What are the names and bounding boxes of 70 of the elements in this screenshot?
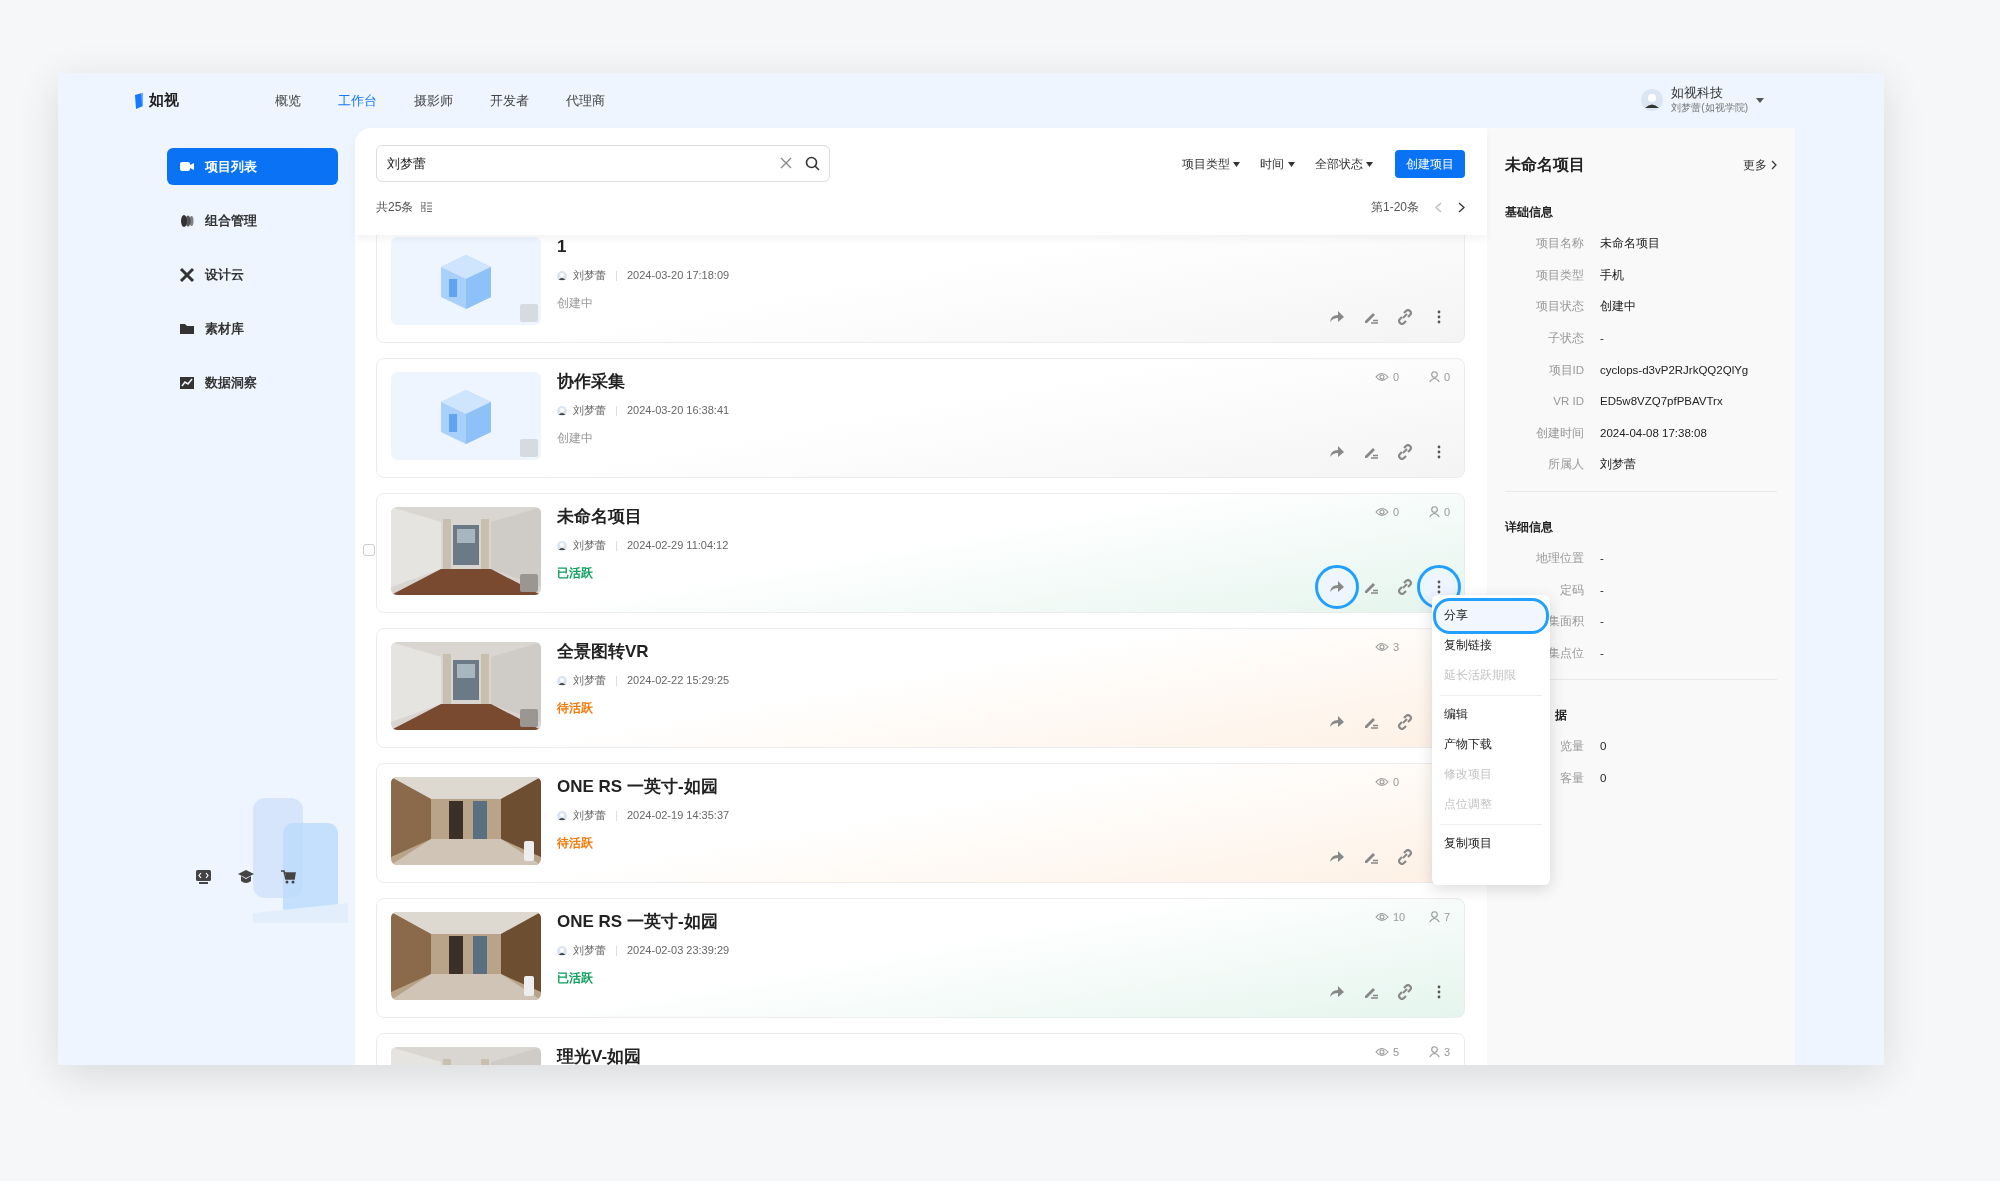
page-range: 第1-20条 xyxy=(1370,199,1419,216)
project-title: 协作采集 xyxy=(557,372,626,393)
view-count: 10 xyxy=(1393,910,1406,925)
view-count: 0 xyxy=(1393,505,1400,520)
field-label: 项目状态 xyxy=(1535,299,1584,315)
status-text: 待活跃 xyxy=(557,699,594,717)
project-title: ONE RS 一英寸-如园 xyxy=(557,777,719,798)
field-label: 子状态 xyxy=(1547,330,1584,346)
view-count: 0 xyxy=(1393,775,1400,790)
field-value: - xyxy=(1600,330,1604,346)
field-value: - xyxy=(1600,550,1604,566)
field-label: 客量 xyxy=(1559,770,1584,786)
field-label: 项目类型 xyxy=(1535,267,1584,283)
view-count: 5 xyxy=(1393,1045,1400,1060)
total-count: 共25条 xyxy=(376,199,414,216)
owner-name: 刘梦蕾 xyxy=(573,808,606,824)
status-text: 已活跃 xyxy=(557,564,594,582)
user-count: 0 xyxy=(1443,370,1450,385)
owner-name: 刘梦蕾 xyxy=(573,403,606,419)
section-title: 详细信息 xyxy=(1505,518,1554,536)
view-count: 3 xyxy=(1393,640,1400,655)
user-name: 刘梦蕾(如视学院) xyxy=(1671,101,1748,116)
user-count: 0 xyxy=(1443,505,1450,520)
user-count: 3 xyxy=(1443,1045,1450,1060)
field-label: 定码 xyxy=(1559,582,1584,598)
created-time: 2024-02-19 14:35:37 xyxy=(627,808,730,824)
field-value: 刘梦蕾 xyxy=(1600,457,1636,473)
owner-name: 刘梦蕾 xyxy=(573,673,606,689)
owner-name: 刘梦蕾 xyxy=(573,943,606,959)
owner-name: 刘梦蕾 xyxy=(573,268,606,284)
field-label: 项目ID xyxy=(1547,362,1584,378)
section-title: 据 xyxy=(1555,707,1568,725)
section-title: 基础信息 xyxy=(1505,204,1554,221)
field-value: - xyxy=(1600,614,1604,630)
field-value: ED5w8VZQ7pfPBAVTrx xyxy=(1600,394,1723,410)
field-value: 手机 xyxy=(1600,267,1624,283)
user-count: 7 xyxy=(1443,910,1450,925)
status-text: 创建中 xyxy=(557,429,594,447)
field-value: 2024-04-08 17:38:08 xyxy=(1600,425,1707,441)
field-value: 0 xyxy=(1600,739,1607,755)
created-time: 2024-02-03 23:39:29 xyxy=(627,943,730,959)
field-value: 创建中 xyxy=(1600,299,1636,315)
project-title: 未命名项目 xyxy=(557,507,643,528)
field-label: 所属人 xyxy=(1547,457,1584,473)
field-label: VR ID xyxy=(1552,394,1584,410)
field-value: 未命名项目 xyxy=(1600,236,1660,252)
logo-text: 如视 xyxy=(149,90,179,111)
owner-name: 刘梦蕾 xyxy=(573,538,606,554)
project-title: 理光V-如园 xyxy=(557,1047,642,1065)
created-time: 2024-03-20 17:18:09 xyxy=(627,268,730,284)
field-label: 项目名称 xyxy=(1535,236,1584,252)
company-name: 如视科技 xyxy=(1671,85,1725,101)
status-text: 已活跃 xyxy=(557,969,594,987)
status-text: 创建中 xyxy=(557,294,594,312)
field-value: cyclops-d3vP2RJrkQQ2QlYg xyxy=(1600,362,1749,378)
field-value: 0 xyxy=(1600,770,1607,786)
view-count: 0 xyxy=(1393,370,1400,385)
field-label: 创建时间 xyxy=(1535,425,1584,441)
panel-title: 未命名项目 xyxy=(1505,155,1585,175)
field-label: 览量 xyxy=(1559,739,1584,755)
field-label: 地理位置 xyxy=(1535,550,1584,566)
field-value: - xyxy=(1600,645,1604,661)
project-title: ONE RS 一英寸-如园 xyxy=(557,912,719,933)
status-text: 待活跃 xyxy=(557,834,594,852)
project-title: 1 xyxy=(557,237,568,258)
project-title: 全景图转VR xyxy=(557,642,650,663)
created-time: 2024-02-29 11:04:12 xyxy=(627,538,729,554)
created-time: 2024-03-20 16:38:41 xyxy=(627,403,730,419)
field-value: - xyxy=(1600,582,1604,598)
created-time: 2024-02-22 15:29:25 xyxy=(627,673,730,689)
